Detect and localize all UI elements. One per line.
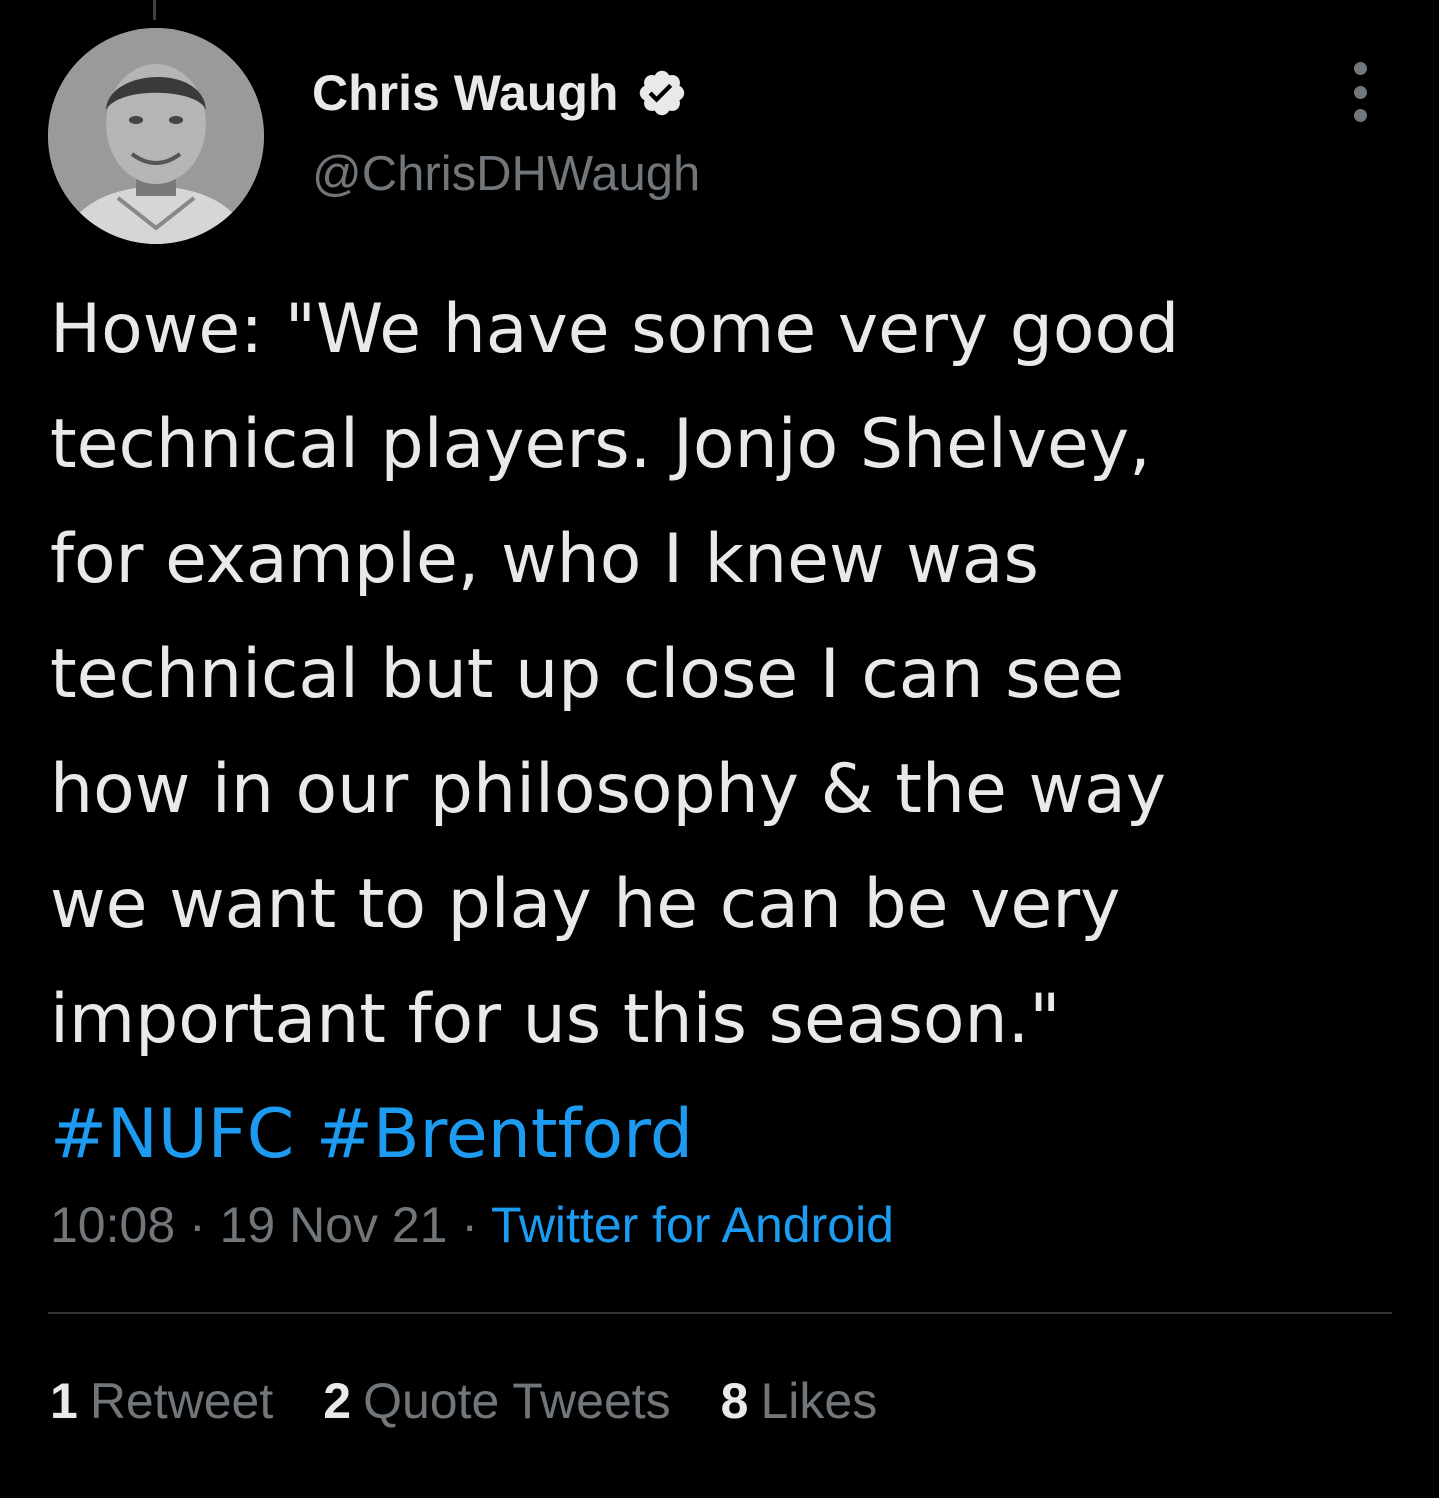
tweet-meta: 10:08 · 19 Nov 21 · Twitter for Android (50, 1196, 894, 1254)
retweets-count: 1 (50, 1373, 78, 1429)
more-dot (1353, 109, 1367, 122)
more-options-icon[interactable] (1340, 62, 1380, 122)
avatar[interactable] (48, 28, 264, 244)
stats-divider (48, 1312, 1392, 1314)
retweets-stat[interactable]: 1 Retweet (50, 1372, 273, 1430)
quote-tweets-stat[interactable]: 2 Quote Tweets (323, 1372, 670, 1430)
tweet-text: Howe: "We have some very good technical … (50, 272, 1390, 1192)
hashtag-nufc[interactable]: #NUFC (50, 1095, 294, 1174)
author-display-name[interactable]: Chris Waugh (312, 64, 618, 122)
tweet-text-line: we want to play he can be very (50, 865, 1121, 944)
hashtag-brentford[interactable]: #Brentford (316, 1095, 693, 1174)
tweet-date[interactable]: 19 Nov 21 (220, 1197, 448, 1253)
more-dot (1353, 62, 1367, 75)
likes-count: 8 (720, 1373, 749, 1429)
quote-tweets-count: 2 (323, 1373, 352, 1429)
thread-connector-line (153, 0, 156, 20)
tweet-text-line: how in our philosophy & the way (50, 750, 1166, 829)
tweet-stats: 1 Retweet 2 Quote Tweets 8 Likes (50, 1372, 927, 1430)
verified-badge-icon (636, 67, 688, 119)
tweet-text-line: Howe: "We have some very good (50, 290, 1180, 369)
tweet-text-line: important for us this season." (50, 980, 1061, 1059)
author-name-row: Chris Waugh (312, 60, 688, 126)
tweet-source-link[interactable]: Twitter for Android (491, 1197, 894, 1253)
avatar-photo (48, 28, 264, 244)
author-handle[interactable]: @ChrisDHWaugh (312, 146, 700, 202)
tweet-text-line: for example, who I knew was (50, 520, 1039, 599)
tweet-time[interactable]: 10:08 (50, 1197, 175, 1253)
retweets-label: Retweet (89, 1373, 274, 1429)
likes-stat[interactable]: 8 Likes (721, 1372, 878, 1430)
tweet-text-line: technical players. Jonjo Shelvey, (50, 405, 1151, 484)
meta-separator: · (175, 1197, 220, 1253)
likes-label: Likes (760, 1373, 878, 1429)
meta-separator: · (447, 1197, 492, 1253)
tweet-text-line: technical but up close I can see (50, 635, 1125, 714)
hashtag-line: #NUFC #Brentford (50, 1077, 1390, 1192)
quote-tweets-label: Quote Tweets (363, 1373, 671, 1429)
more-dot (1353, 85, 1367, 99)
